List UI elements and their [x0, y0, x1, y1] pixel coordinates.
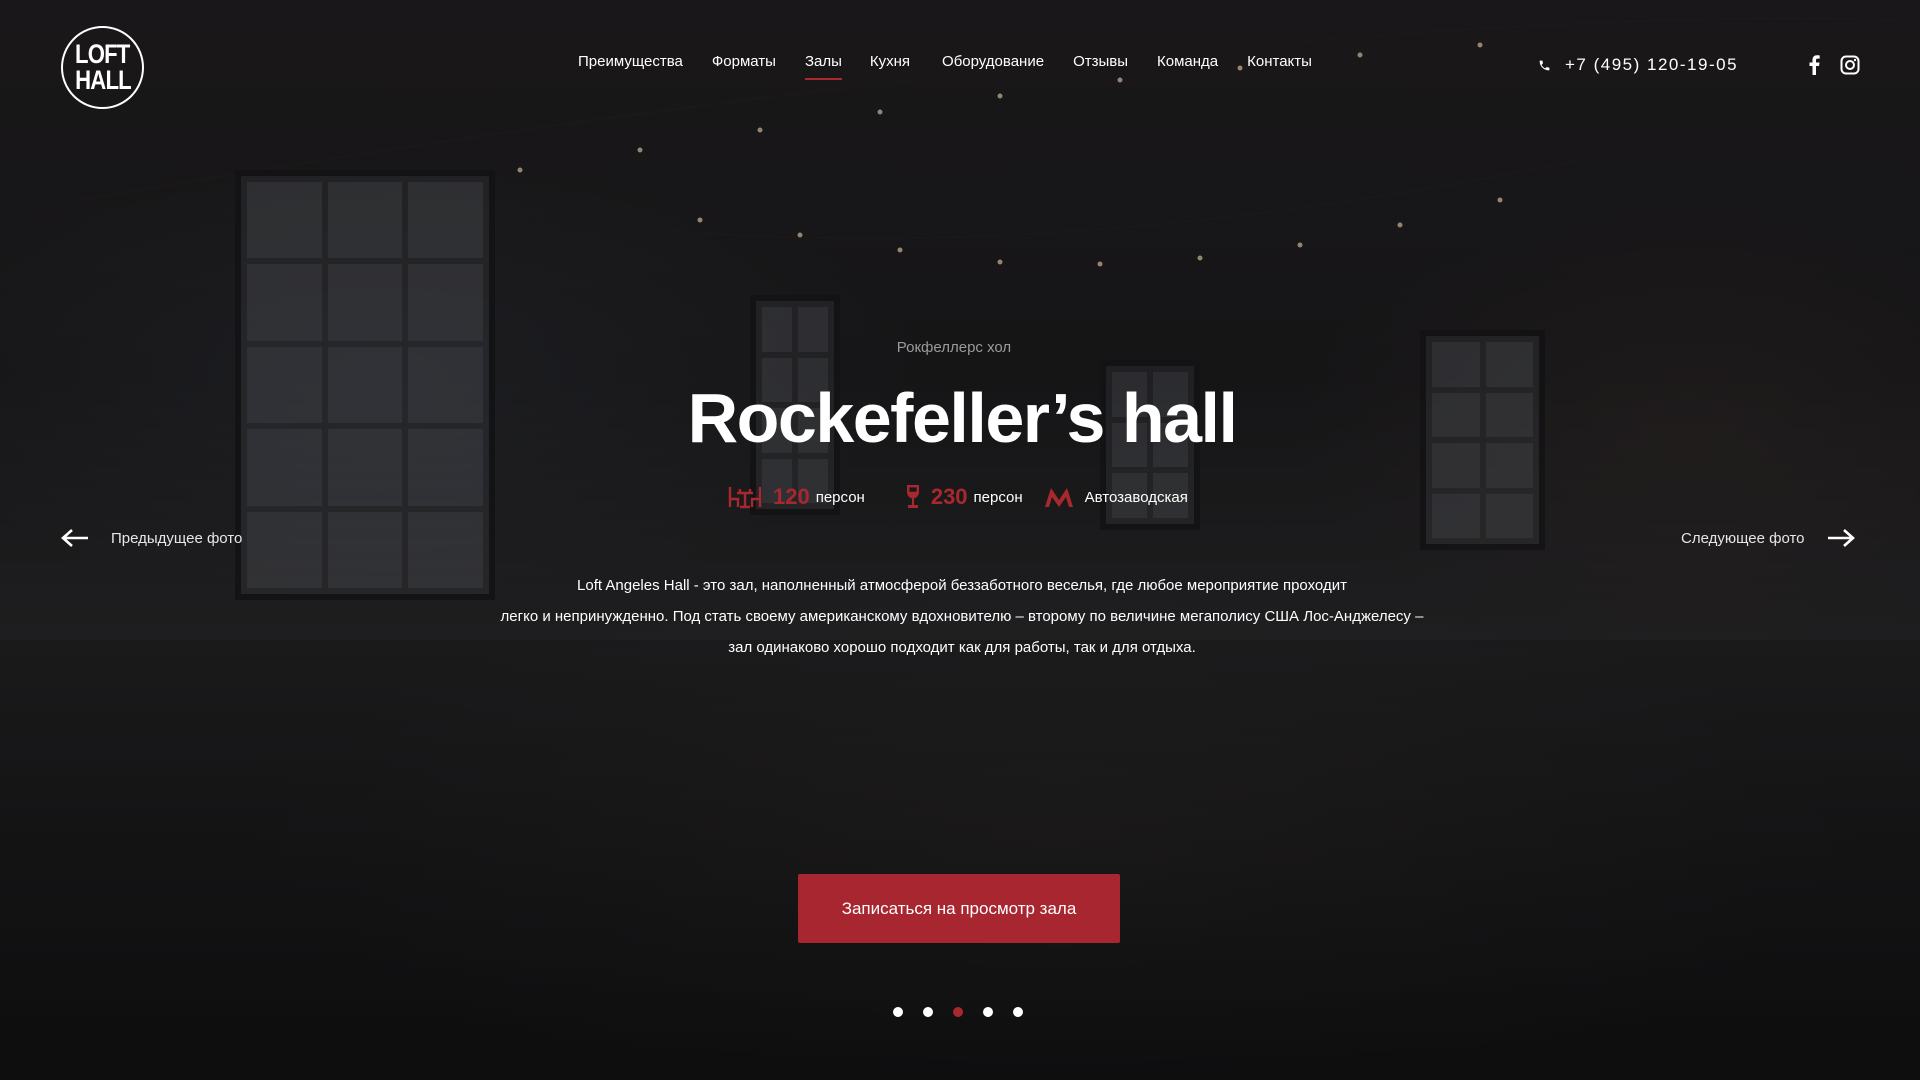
nav-item-contacts[interactable]: Контакты — [1247, 50, 1312, 80]
facebook-link[interactable] — [1804, 55, 1824, 75]
wine-glass-icon — [906, 485, 919, 508]
arrow-left-icon — [61, 529, 88, 547]
buffet-capacity-unit: персон — [973, 488, 1023, 506]
site-header: LOFT HALL Преимущества Форматы Залы Кухн… — [0, 0, 1920, 130]
phone-number: +7 (495) 120-19-05 — [1565, 55, 1739, 74]
metro-icon — [1044, 488, 1073, 507]
instagram-icon — [1840, 55, 1860, 75]
hall-stats: 120 персон 230 персон Автозаводская — [727, 480, 1188, 514]
slider-dots — [893, 1007, 1023, 1017]
logo[interactable]: LOFT HALL — [61, 26, 144, 109]
nav-item-team[interactable]: Команда — [1157, 50, 1218, 80]
hall-title: Rockefeller’s hall — [687, 379, 1238, 457]
main-nav: Преимущества Форматы Залы Кухня Оборудов… — [578, 50, 1312, 80]
next-photo-button[interactable]: Следующее фото — [1681, 528, 1855, 548]
book-viewing-button[interactable]: Записаться на просмотр зала — [798, 874, 1120, 943]
banquet-table-icon — [728, 487, 762, 509]
hall-description-line: Loft Angeles Hall - это зал, наполненный… — [577, 577, 1347, 594]
banquet-capacity-unit: персон — [815, 488, 865, 506]
hall-description: Loft Angeles Hall - это зал, наполненный… — [460, 570, 1464, 663]
prev-photo-button[interactable]: Предыдущее фото — [61, 528, 242, 548]
banquet-capacity: 120 персон — [727, 484, 865, 510]
buffet-capacity-value: 230 — [930, 484, 968, 509]
phone-link[interactable]: +7 (495) 120-19-05 — [1538, 55, 1738, 75]
slider-dot-2[interactable] — [923, 1007, 933, 1017]
prev-photo-label: Предыдущее фото — [111, 529, 243, 547]
nav-item-equipment[interactable]: Оборудование — [942, 50, 1044, 80]
slider-dot-4[interactable] — [983, 1007, 993, 1017]
nav-item-formats[interactable]: Форматы — [712, 50, 776, 80]
nav-item-kitchen[interactable]: Кухня — [870, 50, 910, 80]
hall-subtitle: Рокфеллерс хол — [896, 339, 1012, 356]
slider-dot-1[interactable] — [893, 1007, 903, 1017]
slider-dot-5[interactable] — [1013, 1007, 1023, 1017]
hall-description-line: легко и непринужденно. Под стать своему … — [500, 608, 1424, 625]
nav-item-halls[interactable]: Залы — [804, 50, 842, 80]
banquet-capacity-value: 120 — [773, 484, 810, 509]
arrow-right-icon — [1827, 529, 1855, 547]
logo-line-2: HALL — [74, 64, 132, 95]
metro-station: Автозаводская — [1044, 486, 1188, 508]
facebook-icon — [1809, 55, 1820, 75]
next-photo-label: Следующее фото — [1681, 529, 1805, 547]
nav-item-reviews[interactable]: Отзывы — [1073, 50, 1128, 80]
slider-dot-3[interactable] — [953, 1007, 963, 1017]
nav-item-advantages[interactable]: Преимущества — [578, 50, 683, 80]
phone-icon — [1539, 60, 1550, 70]
buffet-capacity: 230 персон — [905, 484, 1023, 510]
metro-station-name: Автозаводская — [1084, 488, 1188, 506]
instagram-link[interactable] — [1840, 55, 1860, 75]
hall-description-line: зал одинаково хорошо подходит как для ра… — [728, 639, 1196, 656]
